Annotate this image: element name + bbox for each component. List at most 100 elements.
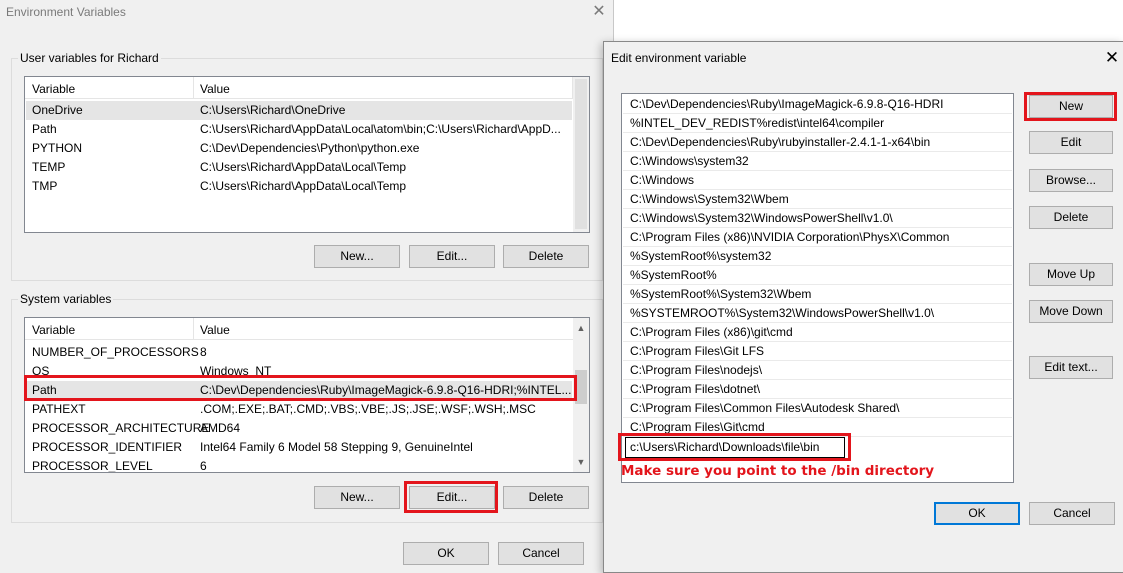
cancel-button[interactable]: Cancel: [1029, 502, 1115, 525]
column-header-variable[interactable]: Variable: [32, 82, 75, 96]
variable-value: C:\Users\Richard\OneDrive: [200, 103, 346, 117]
table-row[interactable]: TMP C:\Users\Richard\AppData\Local\Temp: [26, 177, 572, 196]
close-icon[interactable]: ✕: [588, 2, 610, 22]
path-entry: C:\Windows\System32\Wbem: [630, 192, 789, 206]
path-entry: C:\Program Files\nodejs\: [630, 363, 763, 377]
list-item[interactable]: %INTEL_DEV_REDIST%redist\intel64\compile…: [623, 114, 1012, 133]
variable-name: PYTHON: [32, 141, 83, 155]
path-entry: C:\Windows\system32: [630, 154, 749, 168]
list-item[interactable]: C:\Windows\system32: [623, 152, 1012, 171]
table-row[interactable]: OS Windows_NT: [26, 362, 572, 381]
close-icon[interactable]: ✕: [1102, 48, 1122, 68]
variable-name: PATHEXT: [32, 402, 86, 416]
table-row[interactable]: Path C:\Users\Richard\AppData\Local\atom…: [26, 120, 572, 139]
variable-value: C:\Users\Richard\AppData\Local\Temp: [200, 160, 407, 174]
ok-button[interactable]: OK: [934, 502, 1020, 525]
vertical-scrollbar[interactable]: ▲ ▼: [573, 318, 589, 472]
list-item[interactable]: C:\Program Files\Git\cmd: [623, 418, 1012, 437]
list-item[interactable]: C:\Program Files\Git LFS: [623, 342, 1012, 361]
user-delete-button[interactable]: Delete: [503, 245, 589, 268]
list-item[interactable]: C:\Program Files (x86)\NVIDIA Corporatio…: [623, 228, 1012, 247]
scrollbar-thumb[interactable]: [575, 79, 587, 229]
variable-value: 8: [200, 345, 207, 359]
list-item[interactable]: C:\Windows\System32\Wbem: [623, 190, 1012, 209]
table-row[interactable]: PROCESSOR_IDENTIFIER Intel64 Family 6 Mo…: [26, 438, 572, 457]
variable-name: PROCESSOR_ARCHITECTURE: [32, 421, 210, 435]
vertical-scrollbar[interactable]: [573, 77, 589, 232]
system-delete-button[interactable]: Delete: [503, 486, 589, 509]
window-title: Environment Variables: [6, 5, 126, 19]
scrollbar-thumb[interactable]: [575, 370, 587, 404]
scroll-down-icon[interactable]: ▼: [573, 454, 589, 470]
path-entry: C:\Program Files (x86)\git\cmd: [630, 325, 793, 339]
list-header: Variable Value: [25, 77, 589, 99]
list-item[interactable]: C:\Windows\System32\WindowsPowerShell\v1…: [623, 209, 1012, 228]
system-variables-list[interactable]: Variable Value NUMBER_OF_PROCESSORS 8 OS…: [24, 317, 590, 473]
list-item[interactable]: C:\Dev\Dependencies\Ruby\ImageMagick-6.9…: [623, 95, 1012, 114]
table-row[interactable]: PYTHON C:\Dev\Dependencies\Python\python…: [26, 139, 572, 158]
env-ok-button[interactable]: OK: [403, 542, 489, 565]
path-entries-list[interactable]: C:\Dev\Dependencies\Ruby\ImageMagick-6.9…: [621, 93, 1014, 483]
new-button[interactable]: New: [1029, 95, 1113, 118]
path-entry: C:\Program Files\Git LFS: [630, 344, 765, 358]
list-item[interactable]: %SYSTEMROOT%\System32\WindowsPowerShell\…: [623, 304, 1012, 323]
variable-value: Windows_NT: [200, 364, 272, 378]
table-row[interactable]: PROCESSOR_ARCHITECTURE AMD64: [26, 419, 572, 438]
edit-button[interactable]: Edit: [1029, 131, 1113, 154]
column-header-value[interactable]: Value: [200, 82, 230, 96]
path-entry: C:\Program Files (x86)\NVIDIA Corporatio…: [630, 230, 950, 244]
table-row[interactable]: TEMP C:\Users\Richard\AppData\Local\Temp: [26, 158, 572, 177]
browse-button[interactable]: Browse...: [1029, 169, 1113, 192]
table-row[interactable]: OneDrive C:\Users\Richard\OneDrive: [26, 101, 572, 120]
table-row[interactable]: Path C:\Dev\Dependencies\Ruby\ImageMagic…: [26, 381, 572, 400]
list-item[interactable]: %SystemRoot%\System32\Wbem: [623, 285, 1012, 304]
user-new-button[interactable]: New...: [314, 245, 400, 268]
path-entry: %INTEL_DEV_REDIST%redist\intel64\compile…: [630, 116, 885, 130]
path-entry: %SystemRoot%: [630, 268, 717, 282]
scroll-up-icon[interactable]: ▲: [573, 320, 589, 336]
list-item[interactable]: %SystemRoot%\system32: [623, 247, 1012, 266]
path-entry: %SYSTEMROOT%\System32\WindowsPowerShell\…: [630, 306, 935, 320]
system-variables-group: System variables Variable Value NUMBER_O…: [11, 292, 603, 523]
list-item[interactable]: C:\Program Files (x86)\git\cmd: [623, 323, 1012, 342]
list-item[interactable]: C:\Program Files\Common Files\Autodesk S…: [623, 399, 1012, 418]
path-entry: C:\Dev\Dependencies\Ruby\ImageMagick-6.9…: [630, 97, 944, 111]
table-row[interactable]: NUMBER_OF_PROCESSORS 8: [26, 343, 572, 362]
list-item[interactable]: C:\Program Files\nodejs\: [623, 361, 1012, 380]
delete-button[interactable]: Delete: [1029, 206, 1113, 229]
path-entry: c:\Users\Richard\Downloads\file\bin: [630, 440, 820, 454]
table-row[interactable]: PROCESSOR_LEVEL 6: [26, 457, 572, 473]
variable-name: OS: [32, 364, 50, 378]
user-edit-button[interactable]: Edit...: [409, 245, 495, 268]
move-down-button[interactable]: Move Down: [1029, 300, 1113, 323]
edit-text-button[interactable]: Edit text...: [1029, 356, 1113, 379]
list-item[interactable]: C:\Program Files\dotnet\: [623, 380, 1012, 399]
new-path-input[interactable]: c:\Users\Richard\Downloads\file\bin: [625, 437, 845, 458]
variable-value: 6: [200, 459, 207, 473]
user-variables-list[interactable]: Variable Value OneDrive C:\Users\Richard…: [24, 76, 590, 233]
column-header-variable[interactable]: Variable: [32, 323, 75, 337]
path-entry: C:\Program Files\dotnet\: [630, 382, 761, 396]
list-header: Variable Value: [25, 318, 589, 340]
system-new-button[interactable]: New...: [314, 486, 400, 509]
user-variables-group: User variables for Richard Variable Valu…: [11, 51, 603, 281]
path-entry: C:\Dev\Dependencies\Ruby\rubyinstaller-2…: [630, 135, 931, 149]
variable-name: PROCESSOR_IDENTIFIER: [32, 440, 183, 454]
list-item[interactable]: %SystemRoot%: [623, 266, 1012, 285]
variable-value: .COM;.EXE;.BAT;.CMD;.VBS;.VBE;.JS;.JSE;.…: [200, 402, 536, 416]
list-item[interactable]: C:\Windows: [623, 171, 1012, 190]
path-entry: C:\Windows\System32\WindowsPowerShell\v1…: [630, 211, 893, 225]
edit-environment-variable-dialog: Edit environment variable ✕ C:\Dev\Depen…: [603, 41, 1123, 573]
column-header-value[interactable]: Value: [200, 323, 230, 337]
variable-value: C:\Users\Richard\AppData\Local\Temp: [200, 179, 407, 193]
system-edit-button[interactable]: Edit...: [409, 486, 495, 509]
table-row[interactable]: PATHEXT .COM;.EXE;.BAT;.CMD;.VBS;.VBE;.J…: [26, 400, 572, 419]
move-up-button[interactable]: Move Up: [1029, 263, 1113, 286]
path-entry: C:\Program Files\Common Files\Autodesk S…: [630, 401, 900, 415]
variable-value: C:\Dev\Dependencies\Ruby\ImageMagick-6.9…: [200, 383, 572, 397]
list-item[interactable]: C:\Dev\Dependencies\Ruby\rubyinstaller-2…: [623, 133, 1012, 152]
variable-name: TMP: [32, 179, 58, 193]
env-cancel-button[interactable]: Cancel: [498, 542, 584, 565]
user-variables-title: User variables for Richard: [18, 51, 161, 65]
variable-value: AMD64: [200, 421, 241, 435]
